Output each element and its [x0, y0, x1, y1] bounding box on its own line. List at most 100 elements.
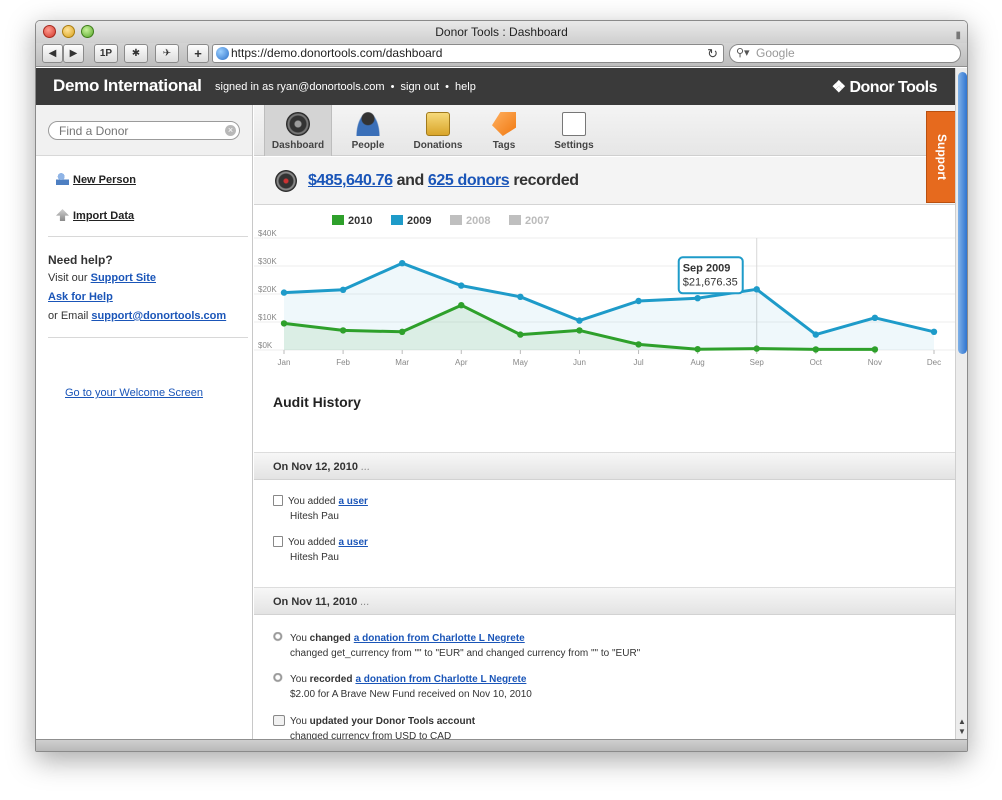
- data-point: [576, 317, 583, 324]
- back-button[interactable]: ◀: [42, 44, 63, 63]
- legend-label: 2009: [407, 215, 431, 227]
- nav-people[interactable]: People: [338, 105, 398, 156]
- search-icon: ⚲▾: [736, 47, 750, 59]
- signed-in-text: signed in as ryan@donortools.com: [215, 81, 385, 93]
- welcome-screen-link[interactable]: Go to your Welcome Screen: [65, 387, 203, 399]
- nav-people-label: People: [351, 140, 385, 151]
- data-point: [339, 327, 347, 334]
- data-point: [458, 282, 465, 289]
- data-point: [871, 314, 879, 321]
- y-tick-label: $10K: [258, 313, 277, 322]
- legend-label: 2010: [348, 215, 372, 227]
- total-amount-link[interactable]: $485,640.76: [308, 172, 393, 189]
- donation-icon: [273, 673, 285, 684]
- audit-entry-verb: recorded: [309, 674, 353, 685]
- donation-icon: [273, 632, 285, 643]
- data-point: [517, 331, 524, 338]
- url-text: https://demo.donortools.com/dashboard: [231, 46, 443, 60]
- data-point: [635, 297, 642, 305]
- share-button[interactable]: ✈: [155, 44, 179, 63]
- data-point: [280, 320, 288, 327]
- x-tick-label: Sep: [750, 358, 765, 367]
- scroll-arrows-icon[interactable]: ▲ ▼: [958, 717, 966, 737]
- x-tick-label: Jul: [633, 358, 643, 367]
- x-tick-label: Oct: [810, 358, 823, 367]
- nav-donations[interactable]: Donations: [404, 105, 472, 156]
- audit-entry-detail: Hitesh Pau: [290, 552, 339, 563]
- nav-dashboard[interactable]: Dashboard: [264, 105, 332, 156]
- audit-day-header: On Nov 11, 2010 ...: [254, 587, 955, 615]
- separator-dot: •: [390, 81, 395, 93]
- audit-entry-verb: updated your Donor Tools account: [309, 716, 476, 727]
- main-nav: Dashboard People Donations Tags Settings: [254, 105, 955, 156]
- nav-tags-label: Tags: [492, 140, 516, 151]
- clear-search-icon[interactable]: ×: [225, 125, 236, 136]
- or-email-text: or Email: [48, 310, 89, 322]
- tags-icon: [492, 112, 516, 136]
- data-point: [339, 286, 347, 293]
- tooltip-value: $21,676.35: [683, 276, 738, 288]
- add-bookmark-button[interactable]: +: [187, 44, 209, 63]
- zoom-window-button[interactable]: [81, 25, 94, 38]
- legend-swatch: [332, 215, 344, 225]
- summary-text: $485,640.76 and 625 donors recorded: [308, 172, 579, 190]
- audit-entry-prefix: You added: [288, 537, 336, 548]
- visit-text: Visit our: [48, 272, 88, 284]
- x-tick-label: Jun: [573, 358, 586, 367]
- nav-dashboard-label: Dashboard: [271, 140, 325, 151]
- x-tick-label: Apr: [455, 358, 468, 367]
- minimize-window-button[interactable]: [62, 25, 75, 38]
- sign-out-link[interactable]: sign out: [401, 81, 440, 93]
- audit-entry-detail: $2.00 for A Brave New Fund received on N…: [290, 689, 532, 700]
- data-point: [930, 328, 938, 335]
- scrollbar-thumb[interactable]: [958, 72, 967, 354]
- audit-entry: You changed a donation from Charlotte L N…: [273, 632, 525, 644]
- legend-swatch: [391, 215, 403, 225]
- audit-entry-link[interactable]: a user: [338, 496, 367, 507]
- audit-entry-link[interactable]: a user: [338, 537, 367, 548]
- nav-tags[interactable]: Tags: [478, 105, 530, 156]
- extension-button[interactable]: ✱: [124, 44, 148, 63]
- x-tick-label: Jan: [278, 358, 291, 367]
- dashboard-icon: [286, 112, 310, 136]
- email-line: or Email support@donortools.com: [48, 310, 226, 322]
- summary-and: and: [396, 172, 425, 189]
- support-site-line: Visit our Support Site: [48, 272, 156, 284]
- support-site-link[interactable]: Support Site: [91, 272, 156, 284]
- x-tick-label: Nov: [868, 358, 882, 367]
- audit-day-ellipsis: ...: [361, 461, 371, 473]
- 1password-button[interactable]: 1P: [94, 44, 118, 63]
- forward-button[interactable]: ▶: [63, 44, 84, 63]
- data-point: [812, 331, 820, 338]
- legend-label: 2008: [466, 215, 490, 227]
- support-tab[interactable]: Support: [926, 111, 955, 203]
- data-point: [635, 341, 642, 348]
- new-person-link[interactable]: New Person: [56, 173, 136, 186]
- x-tick-label: Aug: [691, 358, 705, 367]
- audit-day-date: On Nov 12, 2010: [273, 461, 358, 473]
- ask-help-line: Ask for Help: [48, 291, 113, 303]
- vertical-scrollbar[interactable]: ▲ ▼: [955, 68, 967, 739]
- ask-for-help-link[interactable]: Ask for Help: [48, 291, 113, 303]
- audit-entry-link[interactable]: a donation from Charlotte L Negrete: [354, 633, 525, 644]
- find-donor-input[interactable]: [48, 121, 240, 140]
- nav-settings-label: Settings: [554, 140, 594, 151]
- nav-settings[interactable]: Settings: [542, 105, 606, 156]
- support-email-link[interactable]: support@donortools.com: [91, 310, 226, 322]
- web-search-field[interactable]: ⚲▾ Google: [729, 44, 961, 63]
- donor-count-link[interactable]: 625 donors: [428, 172, 510, 189]
- support-tab-label: Support: [934, 134, 949, 180]
- y-tick-label: $30K: [258, 257, 277, 266]
- help-heading: Need help?: [48, 253, 113, 267]
- audit-entry-link[interactable]: a donation from Charlotte L Negrete: [355, 674, 526, 685]
- help-link[interactable]: help: [455, 81, 476, 93]
- audit-entry: You updated your Donor Tools account: [273, 715, 475, 727]
- address-bar[interactable]: https://demo.donortools.com/dashboard ↻: [212, 44, 724, 63]
- divider: [48, 236, 248, 237]
- audit-entry-you: You: [290, 716, 307, 727]
- close-window-button[interactable]: [43, 25, 56, 38]
- data-point: [517, 293, 524, 300]
- organization-name: Demo International: [53, 76, 202, 95]
- import-data-link[interactable]: Import Data: [56, 209, 134, 222]
- reload-icon[interactable]: ↻: [707, 45, 718, 62]
